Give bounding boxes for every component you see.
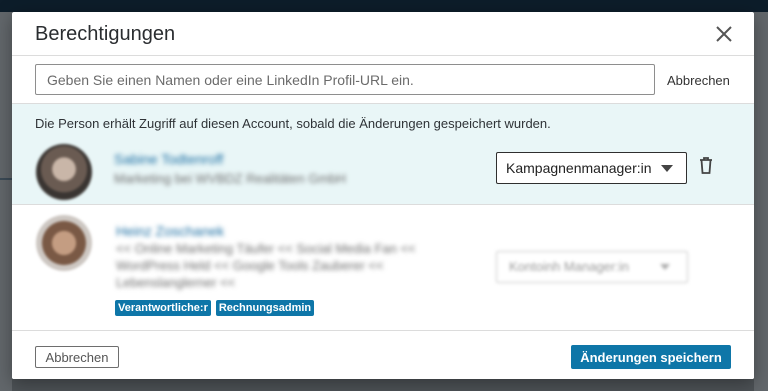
- info-banner: Die Person erhält Zugriff auf diesen Acc…: [12, 104, 754, 139]
- info-text: Die Person erhält Zugriff auf diesen Acc…: [35, 116, 551, 131]
- role-select-disabled: Kontoinh Manager:in: [496, 251, 688, 283]
- avatar[interactable]: [36, 215, 92, 271]
- search-input[interactable]: [35, 64, 655, 95]
- permissions-dialog: Berechtigungen Abbrechen Die Person erhä…: [12, 12, 754, 379]
- background-top-bar: [0, 0, 768, 12]
- trash-icon[interactable]: [698, 156, 714, 176]
- search-row: Abbrechen: [12, 56, 754, 104]
- avatar[interactable]: [36, 144, 92, 200]
- caret-down-icon: [660, 264, 670, 270]
- member-row: Heinz Zoschanek << Online Marketing Täuf…: [12, 205, 754, 322]
- status-badge: Verantwortliche:r: [115, 300, 211, 316]
- background-right-strip: [754, 12, 768, 391]
- search-cancel-link[interactable]: Abbrechen: [667, 73, 730, 88]
- member-headline: << Online Marketing Täufer << Social Med…: [116, 241, 416, 290]
- background-left-strip: [0, 12, 12, 391]
- role-select-value: Kontoinh Manager:in: [509, 259, 629, 274]
- dialog-footer: Abbrechen Änderungen speichern: [12, 330, 754, 379]
- close-icon[interactable]: [712, 22, 736, 46]
- status-badge: Rechnungsadmin: [215, 300, 315, 316]
- dialog-header: Berechtigungen: [12, 12, 754, 56]
- role-select-value: Kampagnenmanager:in: [506, 160, 652, 176]
- role-select[interactable]: Kampagnenmanager:in: [496, 152, 687, 184]
- role-badges: Verantwortliche:r Rechnungsadmin: [115, 300, 315, 316]
- member-name[interactable]: Heinz Zoschanek: [116, 223, 224, 239]
- dialog-title: Berechtigungen: [35, 23, 176, 45]
- member-headline: Marketing bei WVBDZ Realitäten GmbH: [114, 171, 346, 186]
- member-row: Sabine Todtenroff Marketing bei WVBDZ Re…: [12, 139, 754, 205]
- background-divider: [0, 178, 12, 180]
- member-name[interactable]: Sabine Todtenroff: [114, 151, 223, 167]
- save-changes-button[interactable]: Änderungen speichern: [571, 345, 731, 369]
- cancel-button[interactable]: Abbrechen: [35, 346, 119, 368]
- caret-down-icon: [661, 165, 673, 172]
